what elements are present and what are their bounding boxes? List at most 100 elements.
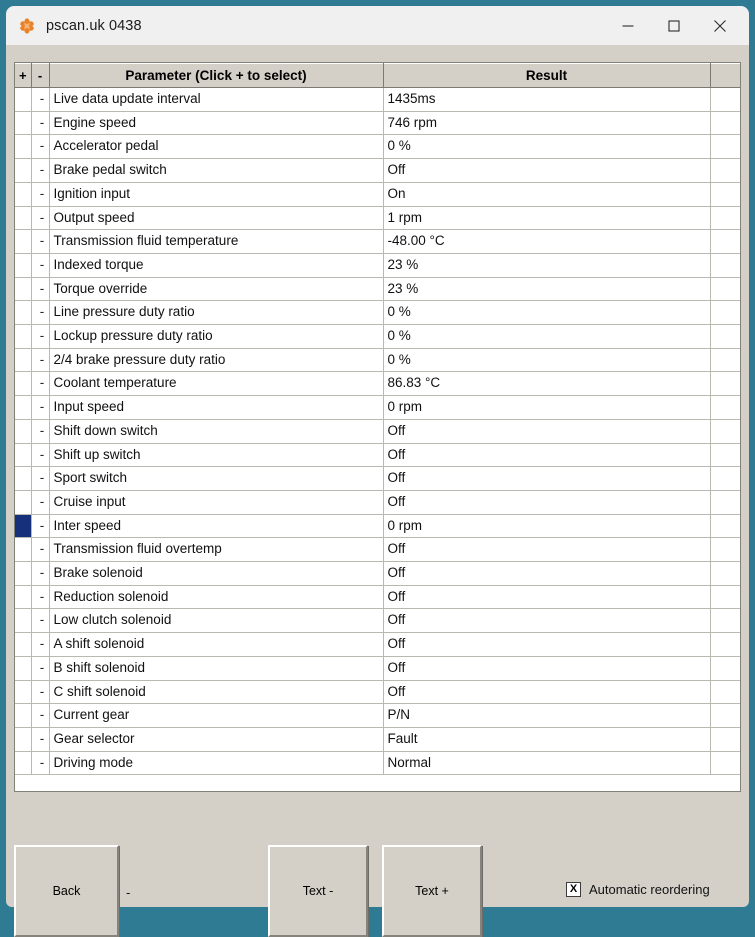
row-select-cell[interactable] bbox=[15, 585, 32, 610]
row-select-cell[interactable] bbox=[15, 466, 32, 491]
row-deselect-cell[interactable]: - bbox=[31, 229, 50, 254]
row-select-cell[interactable] bbox=[15, 490, 32, 515]
row-deselect-cell[interactable]: - bbox=[31, 656, 50, 681]
row-deselect-cell[interactable]: - bbox=[31, 111, 50, 136]
row-deselect-cell[interactable]: - bbox=[31, 206, 50, 231]
table-row[interactable]: - Live data update interval 1435ms bbox=[15, 87, 740, 112]
row-select-cell[interactable] bbox=[15, 680, 32, 705]
row-deselect-cell[interactable]: - bbox=[31, 395, 50, 420]
row-deselect-cell[interactable]: - bbox=[31, 158, 50, 183]
row-deselect-cell[interactable]: - bbox=[31, 134, 50, 160]
table-row[interactable]: - Output speed 1 rpm bbox=[15, 206, 740, 231]
row-select-cell[interactable] bbox=[15, 419, 32, 444]
row-deselect-cell[interactable]: - bbox=[31, 87, 50, 112]
row-select-cell[interactable] bbox=[15, 537, 32, 563]
table-row[interactable]: -C shift solenoid Off bbox=[15, 680, 740, 705]
table-row[interactable]: -B shift solenoid Off bbox=[15, 656, 740, 681]
table-row[interactable]: - Line pressure duty ratio 0 % bbox=[15, 300, 740, 326]
table-row[interactable]: - Gear selector Fault bbox=[15, 727, 740, 752]
row-select-cell[interactable] bbox=[15, 395, 32, 420]
row-deselect-cell[interactable]: - bbox=[31, 300, 50, 326]
row-deselect-cell[interactable]: - bbox=[31, 277, 50, 302]
row-deselect-cell[interactable]: - bbox=[31, 727, 50, 752]
table-row[interactable]: - Brake solenoid Off bbox=[15, 561, 740, 586]
table-row[interactable]: - Engine speed 746 rpm bbox=[15, 111, 740, 136]
table-row[interactable]: - Sport switch Off bbox=[15, 466, 740, 491]
table-row[interactable]: - Low clutch solenoid Off bbox=[15, 608, 740, 634]
row-deselect-cell[interactable]: - bbox=[31, 419, 50, 444]
row-select-cell[interactable] bbox=[15, 608, 32, 634]
table-row[interactable]: - Torque override 23 % bbox=[15, 277, 740, 302]
row-deselect-cell[interactable]: - bbox=[31, 514, 50, 539]
text-decrease-button[interactable]: Text - bbox=[268, 845, 368, 937]
row-select-cell[interactable] bbox=[15, 87, 32, 112]
row-deselect-cell[interactable]: - bbox=[31, 371, 50, 397]
row-select-cell[interactable] bbox=[15, 182, 32, 207]
row-deselect-cell[interactable]: - bbox=[31, 537, 50, 563]
row-select-cell[interactable] bbox=[15, 229, 32, 254]
row-select-cell[interactable] bbox=[15, 632, 32, 657]
table-row[interactable]: - Lockup pressure duty ratio 0 % bbox=[15, 324, 740, 349]
automatic-reordering-checkbox-group[interactable]: X Automatic reordering bbox=[566, 882, 710, 897]
table-row[interactable]: - Coolant temperature 86.83 °C bbox=[15, 371, 740, 397]
column-header-plus[interactable]: + bbox=[15, 63, 32, 88]
table-row[interactable]: - Input speed 0 rpm bbox=[15, 395, 740, 420]
row-select-cell[interactable] bbox=[15, 703, 32, 728]
row-select-cell[interactable] bbox=[15, 277, 32, 302]
table-row[interactable]: - Driving mode Normal bbox=[15, 751, 740, 776]
row-select-cell[interactable] bbox=[15, 206, 32, 231]
row-select-cell[interactable] bbox=[15, 727, 32, 752]
table-row[interactable]: - Shift down switch Off bbox=[15, 419, 740, 444]
row-deselect-cell[interactable]: - bbox=[31, 561, 50, 586]
back-button[interactable]: Back bbox=[14, 845, 119, 937]
table-row[interactable]: - Shift up switch Off bbox=[15, 443, 740, 468]
row-deselect-cell[interactable]: - bbox=[31, 680, 50, 705]
row-deselect-cell[interactable]: - bbox=[31, 608, 50, 634]
table-row[interactable]: -A shift solenoid Off bbox=[15, 632, 740, 657]
row-deselect-cell[interactable]: - bbox=[31, 348, 50, 373]
column-header-result[interactable]: Result bbox=[383, 63, 711, 88]
row-select-cell[interactable] bbox=[15, 111, 32, 136]
table-row[interactable]: - Indexed torque 23 % bbox=[15, 253, 740, 278]
row-select-cell[interactable] bbox=[15, 443, 32, 468]
row-select-cell[interactable] bbox=[15, 300, 32, 326]
row-select-cell[interactable] bbox=[15, 348, 32, 373]
row-deselect-cell[interactable]: - bbox=[31, 632, 50, 657]
row-deselect-cell[interactable]: - bbox=[31, 466, 50, 491]
row-deselect-cell[interactable]: - bbox=[31, 585, 50, 610]
table-row[interactable]: - Accelerator pedal 0 % bbox=[15, 134, 740, 160]
maximize-button[interactable] bbox=[651, 6, 697, 45]
table-row[interactable]: - Transmission fluid overtemp Off bbox=[15, 537, 740, 563]
close-button[interactable] bbox=[697, 6, 743, 45]
row-select-cell[interactable] bbox=[15, 324, 32, 349]
table-row[interactable]: - Inter speed 0 rpm bbox=[15, 514, 740, 539]
row-deselect-cell[interactable]: - bbox=[31, 751, 50, 776]
table-row[interactable]: - Transmission fluid temperature -48.00 °C bbox=[15, 229, 740, 254]
row-deselect-cell[interactable]: - bbox=[31, 253, 50, 278]
column-header-parameter[interactable]: Parameter (Click + to select) bbox=[49, 63, 384, 88]
row-deselect-cell[interactable]: - bbox=[31, 182, 50, 207]
table-row[interactable]: - Reduction solenoid Off bbox=[15, 585, 740, 610]
table-row[interactable]: -2/4 brake pressure duty ratio 0 % bbox=[15, 348, 740, 373]
row-deselect-cell[interactable]: - bbox=[31, 324, 50, 349]
row-deselect-cell[interactable]: - bbox=[31, 703, 50, 728]
row-select-cell[interactable] bbox=[15, 371, 32, 397]
column-header-minus[interactable]: - bbox=[31, 63, 50, 88]
row-deselect-cell[interactable]: - bbox=[31, 443, 50, 468]
text-increase-button[interactable]: Text + bbox=[382, 845, 482, 937]
row-select-cell[interactable] bbox=[15, 253, 32, 278]
row-select-cell[interactable] bbox=[15, 561, 32, 586]
row-select-cell[interactable] bbox=[15, 134, 32, 160]
live-data-grid[interactable]: + - Parameter (Click + to select) Result… bbox=[14, 62, 741, 792]
table-row[interactable]: - Cruise input Off bbox=[15, 490, 740, 515]
minimize-button[interactable] bbox=[605, 6, 651, 45]
checkbox-checked-icon[interactable]: X bbox=[566, 882, 581, 897]
row-deselect-cell[interactable]: - bbox=[31, 490, 50, 515]
table-row[interactable]: - Current gear P/N bbox=[15, 703, 740, 728]
row-select-cell[interactable] bbox=[15, 158, 32, 183]
row-select-cell[interactable] bbox=[15, 751, 32, 776]
table-row[interactable]: - Brake pedal switch Off bbox=[15, 158, 740, 183]
row-select-cell[interactable] bbox=[15, 514, 32, 539]
row-select-cell[interactable] bbox=[15, 656, 32, 681]
table-row[interactable]: - Ignition input On bbox=[15, 182, 740, 207]
